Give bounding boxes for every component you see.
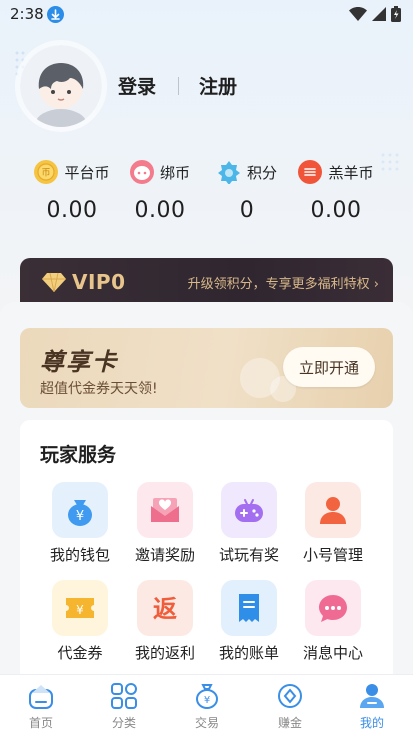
account-icon <box>305 482 361 538</box>
login-link[interactable]: 登录 <box>118 72 156 99</box>
tab-trade[interactable]: ¥ 交易 <box>177 681 237 731</box>
lamb-coin-icon <box>298 160 323 184</box>
rebate-icon: 返 <box>137 580 193 636</box>
chevron-right-icon: › <box>373 277 379 292</box>
tab-label: 我的 <box>359 716 384 730</box>
service-label: 我的账单 <box>218 644 279 662</box>
tab-category[interactable]: 分类 <box>94 681 154 731</box>
earn-icon <box>275 681 305 711</box>
tab-home[interactable]: 首页 <box>11 681 71 731</box>
service-label: 代金券 <box>57 644 103 662</box>
avatar[interactable] <box>20 45 102 127</box>
vip-banner[interactable]: VIP0 升级领积分，专享更多福利特权 › <box>20 258 393 308</box>
svg-text:¥: ¥ <box>76 603 84 617</box>
svg-text:¥: ¥ <box>76 509 84 524</box>
svg-text:¥: ¥ <box>204 695 210 706</box>
currency-label: 羔羊币 <box>328 163 374 182</box>
currency-value: 0.00 <box>134 198 186 223</box>
tab-label: 交易 <box>194 716 219 730</box>
profile-icon <box>357 681 387 711</box>
invite-icon <box>137 482 193 538</box>
section-title: 玩家服务 <box>40 444 117 466</box>
points-icon <box>217 160 241 185</box>
service-label: 小号管理 <box>302 546 363 564</box>
vip-promo: 升级领积分，专享更多福利特权 › <box>188 273 379 292</box>
service-label: 邀请奖励 <box>134 546 195 564</box>
divider <box>178 76 180 95</box>
bill-icon <box>221 580 277 636</box>
premium-card-title: 尊享卡 <box>40 348 118 376</box>
service-messages[interactable]: 消息中心 <box>292 580 374 663</box>
service-wallet[interactable]: ¥ 我的钱包 <box>39 482 121 565</box>
currency-bound-coin[interactable]: 绑币 0.00 <box>110 158 210 223</box>
currency-value: 0.00 <box>310 198 362 223</box>
bottom-tab-bar: 首页 分类 ¥ 交易 赚金 我的 <box>0 674 413 734</box>
platform-coin-icon: 币 <box>34 160 59 184</box>
diamond-icon <box>42 272 66 292</box>
currency-label: 绑币 <box>159 163 190 182</box>
service-label: 我的钱包 <box>49 546 110 564</box>
service-trial[interactable]: 试玩有奖 <box>208 482 290 565</box>
home-icon <box>26 681 56 711</box>
service-label: 我的返利 <box>134 644 195 662</box>
service-bill[interactable]: 我的账单 <box>208 580 290 663</box>
bound-coin-icon <box>129 160 154 184</box>
status-icons <box>349 6 401 22</box>
status-time: 2:38 <box>10 5 44 23</box>
currency-value: 0 <box>239 198 255 223</box>
tab-label: 首页 <box>28 716 53 730</box>
status-bar: 2:38 <box>0 0 413 30</box>
tab-label: 赚金 <box>277 716 302 730</box>
currency-lamb-coin[interactable]: 羔羊币 0.00 <box>286 158 386 223</box>
gamepad-icon <box>221 482 277 538</box>
service-alt-accounts[interactable]: 小号管理 <box>292 482 374 565</box>
currency-points[interactable]: 积分 0 <box>197 158 297 223</box>
download-icon <box>47 6 64 23</box>
currency-value: 0.00 <box>46 198 98 223</box>
premium-card-subtitle: 超值代金券天天领! <box>40 381 158 397</box>
service-voucher[interactable]: ¥ 代金券 <box>39 580 121 663</box>
signal-icon <box>372 7 386 21</box>
wifi-icon <box>349 7 367 21</box>
premium-card[interactable]: 尊享卡 超值代金券天天领! 立即开通 <box>20 328 393 408</box>
service-label: 试玩有奖 <box>218 546 279 564</box>
svg-text:币: 币 <box>42 168 51 179</box>
auth-links: 登录 注册 <box>118 72 237 99</box>
activate-button[interactable]: 立即开通 <box>283 347 375 387</box>
voucher-icon: ¥ <box>52 580 108 636</box>
player-services: 玩家服务 ¥ 我的钱包 邀请奖励 试玩有奖 小号管理 ¥ 代金券 返 我的返利 … <box>20 420 393 700</box>
wallet-icon: ¥ <box>52 482 108 538</box>
service-label: 消息中心 <box>302 644 363 662</box>
message-icon <box>305 580 361 636</box>
tab-profile[interactable]: 我的 <box>342 681 402 731</box>
trade-icon: ¥ <box>192 681 222 711</box>
currency-label: 积分 <box>246 163 277 182</box>
register-link[interactable]: 注册 <box>199 72 237 99</box>
vip-promo-text: 升级领积分，专享更多福利特权 <box>187 277 370 292</box>
currency-platform-coin[interactable]: 币 平台币 0.00 <box>22 158 122 223</box>
battery-icon <box>391 6 401 22</box>
currency-label: 平台币 <box>64 163 110 182</box>
service-rebate[interactable]: 返 我的返利 <box>124 580 206 663</box>
svg-text:返: 返 <box>153 595 177 623</box>
vip-level: VIP0 <box>72 270 126 294</box>
tab-label: 分类 <box>111 716 136 730</box>
tab-earn[interactable]: 赚金 <box>260 681 320 731</box>
main-panel: 尊享卡 超值代金券天天领! 立即开通 玩家服务 ¥ 我的钱包 邀请奖励 试玩有奖 <box>0 302 413 700</box>
category-icon <box>109 681 139 711</box>
service-invite[interactable]: 邀请奖励 <box>124 482 206 565</box>
currency-summary: 币 平台币 0.00 绑币 0.00 积分 0 羔羊币 0.00 <box>0 158 413 228</box>
